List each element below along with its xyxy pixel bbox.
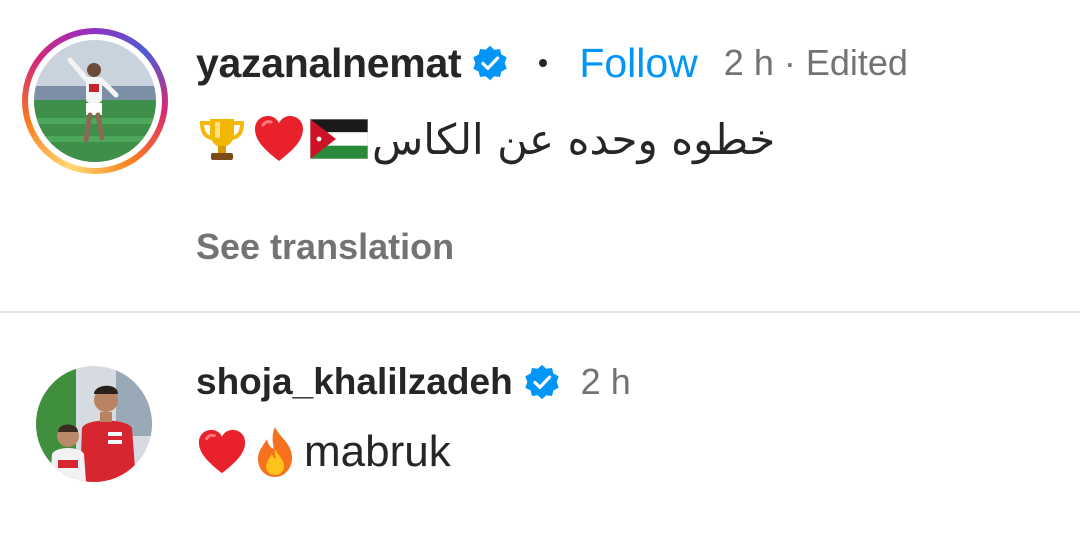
comment-header: shoja_khalilzadeh 2 h bbox=[196, 356, 631, 408]
trophy-icon bbox=[199, 119, 245, 160]
caption-arabic-text: خطوه وحده عن الكاس bbox=[372, 114, 776, 164]
avatar-frame bbox=[28, 34, 162, 168]
edited-label: · Edited bbox=[783, 42, 908, 83]
post-timestamp: 2 h bbox=[723, 42, 774, 83]
red-heart-icon bbox=[198, 429, 246, 474]
avatar-photo bbox=[34, 40, 156, 162]
story-ring[interactable] bbox=[22, 28, 168, 174]
post-caption: yazanalnemat Follow 2 h · Edited خطوه وح… bbox=[0, 0, 1080, 312]
comment-username[interactable]: shoja_khalilzadeh bbox=[196, 361, 513, 403]
comment-text: mabruk bbox=[196, 420, 451, 484]
post-header: yazanalnemat Follow 2 h · Edited bbox=[196, 36, 908, 90]
caption-emojis bbox=[196, 113, 368, 165]
caption-text: خطوه وحده عن الكاس bbox=[196, 106, 775, 172]
verified-badge-icon bbox=[471, 44, 509, 82]
commenter-avatar-photo bbox=[36, 366, 152, 482]
comment-timestamp: 2 h bbox=[580, 361, 631, 402]
avatar[interactable] bbox=[34, 40, 156, 162]
post-username[interactable]: yazanalnemat bbox=[196, 40, 462, 87]
see-translation-link[interactable]: See translation bbox=[196, 226, 454, 268]
divider bbox=[0, 311, 1080, 313]
fire-icon bbox=[258, 427, 292, 477]
verified-badge-icon bbox=[523, 363, 561, 401]
separator-dot bbox=[539, 59, 548, 67]
commenter-avatar[interactable] bbox=[36, 366, 152, 482]
follow-button[interactable]: Follow bbox=[579, 40, 697, 87]
red-heart-icon bbox=[255, 116, 303, 161]
comments-screen: yazanalnemat Follow 2 h · Edited خطوه وح… bbox=[0, 0, 1080, 534]
comment-body: mabruk bbox=[304, 427, 451, 476]
jordan-flag-icon bbox=[310, 119, 368, 159]
